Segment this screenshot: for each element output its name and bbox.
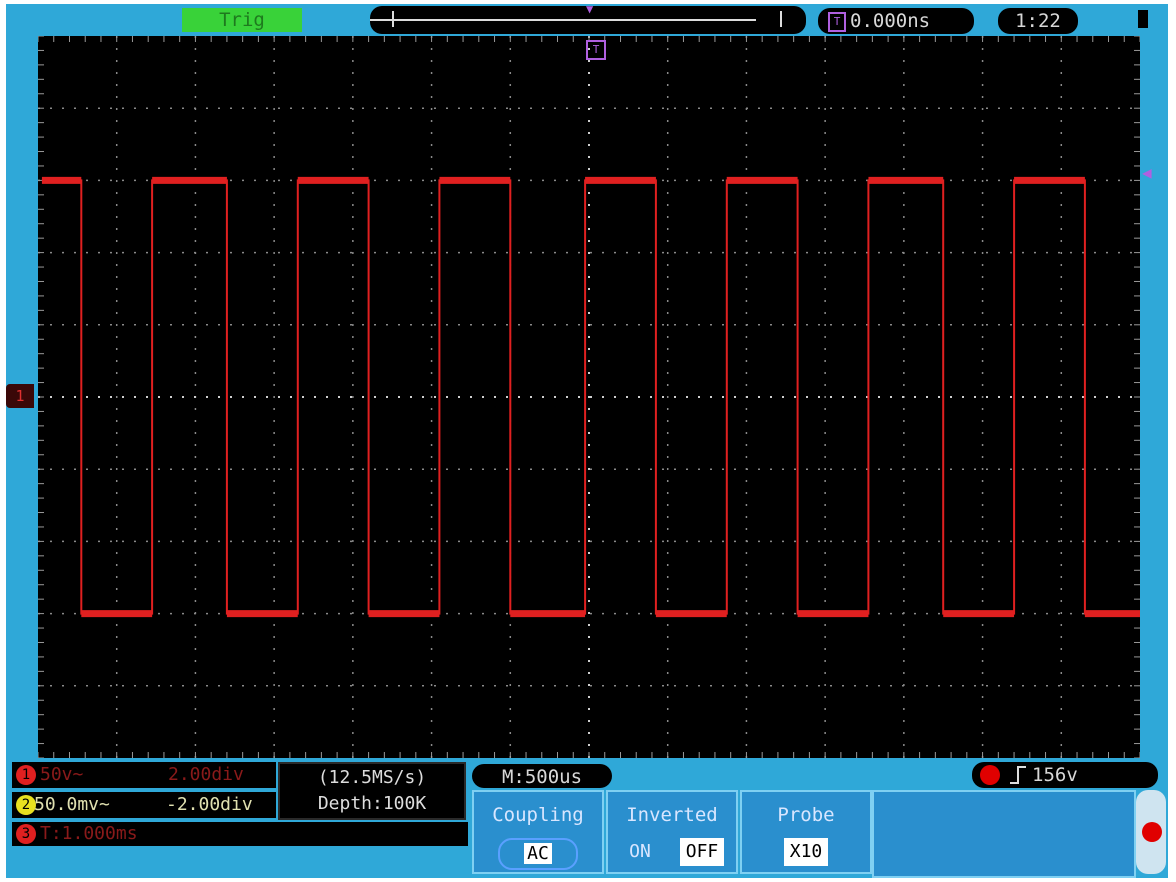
waveform-plot (38, 36, 1140, 758)
trigger-level-marker-icon[interactable]: ◀ (1142, 164, 1164, 182)
acquisition-info: (12.5MS/s) Depth:100K (278, 762, 466, 820)
rising-edge-icon (1010, 766, 1026, 784)
menu-coupling[interactable]: Coupling AC (472, 790, 604, 874)
ch2-badge: 2 (16, 795, 36, 815)
timebase-readout: M:500us (472, 764, 612, 788)
ch2-scale: 50.0mv~ (34, 794, 110, 815)
ch1-offset: 2.00div (168, 764, 244, 785)
ch1-info: 1 50v~ 2.00div (12, 762, 276, 788)
trigger-time-value: 0.000ns (850, 10, 931, 32)
trigger-level-readout: 156v (972, 762, 1158, 788)
ch1-badge: 1 (16, 765, 36, 785)
horizontal-trigger-marker-icon: T (586, 40, 606, 60)
ch1-scale: 50v~ (40, 764, 84, 785)
ch3-badge: 3 (16, 824, 36, 844)
memory-depth: Depth:100K (317, 793, 427, 814)
menu-scroll-indicator[interactable] (1142, 822, 1162, 842)
trigger-status-badge: Trig (182, 8, 302, 32)
clock: 1:22 (998, 8, 1078, 34)
trigger-time-readout: T 0.000ns (818, 8, 974, 34)
trigger-time-icon: T (828, 12, 846, 32)
probe-option-x10[interactable]: X10 (784, 838, 828, 866)
waveform-graticule: T (38, 36, 1140, 758)
menu-probe-title: Probe (777, 804, 835, 826)
trigger-level-value: 156v (1032, 764, 1078, 786)
menu-coupling-title: Coupling (492, 804, 584, 826)
battery-icon (1138, 10, 1148, 28)
menu-probe[interactable]: Probe X10 (740, 790, 872, 874)
sample-rate: (12.5MS/s) (317, 767, 427, 788)
menu-empty-slot (872, 790, 1136, 878)
ch3-info: 3 T:1.000ms (12, 822, 468, 846)
menu-inverted[interactable]: Inverted ON OFF (606, 790, 738, 874)
inverted-option-off[interactable]: OFF (680, 838, 724, 866)
ch1-ground-marker[interactable]: 1 (6, 384, 34, 408)
trigger-position-arrow-icon: ▼ (586, 2, 594, 16)
ch2-offset: -2.00div (166, 794, 253, 815)
oscilloscope-display: Trig ▼ T 0.000ns 1:22 T 1 ◀ 1 50v~ 2.00d… (6, 2, 1168, 878)
horizontal-position-bar[interactable]: ▼ (370, 2, 806, 34)
inverted-option-on[interactable]: ON (622, 838, 658, 866)
trigger-source-dot (980, 765, 1000, 785)
ch2-info: 2 50.0mv~ -2.00div (12, 792, 276, 818)
menu-inverted-title: Inverted (626, 804, 718, 826)
coupling-option-ac[interactable]: AC (498, 838, 578, 870)
ch3-timebase: T:1.000ms (40, 823, 138, 844)
